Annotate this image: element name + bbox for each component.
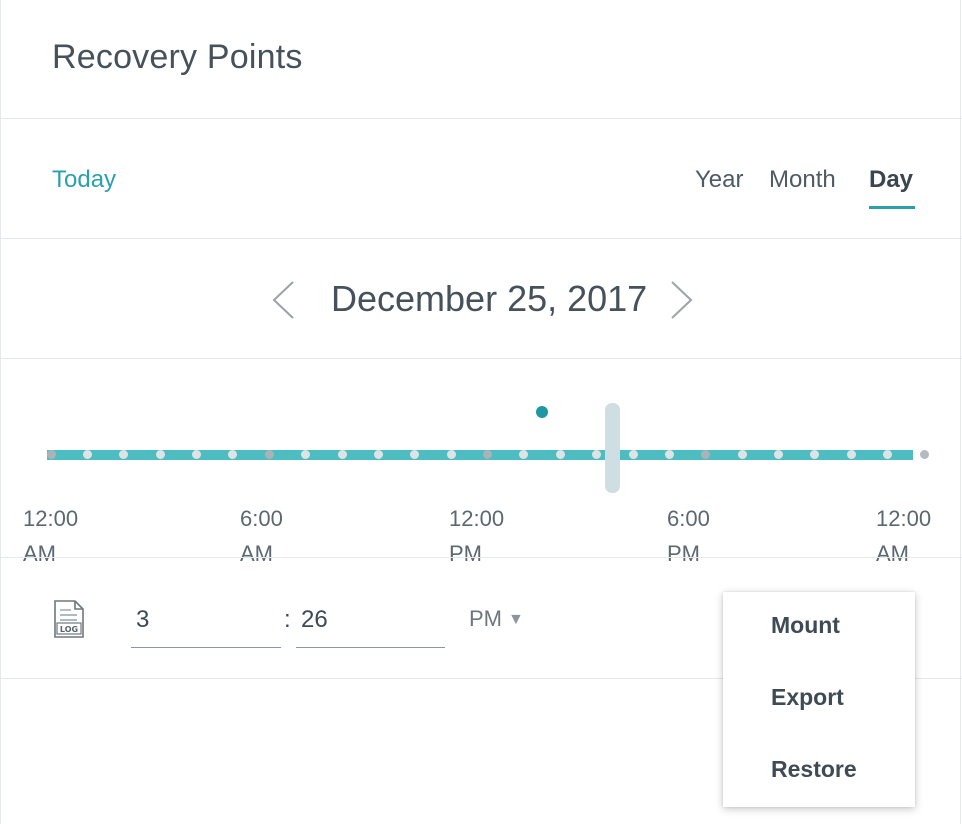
am-pm-value: PM <box>469 606 502 631</box>
axis-label-6am: 6:00 AM <box>240 501 320 571</box>
tab-day[interactable]: Day <box>869 166 913 194</box>
divider <box>1 118 962 119</box>
hour-tick <box>555 450 565 459</box>
axis-label-line: AM <box>240 541 273 566</box>
hour-value: 3 <box>136 606 150 633</box>
divider <box>1 557 962 558</box>
chevron-right-icon[interactable] <box>667 280 697 320</box>
hour-tick-end <box>919 450 929 459</box>
hour-tick <box>82 450 92 459</box>
axis-label-12am: 12:00 AM <box>23 501 103 571</box>
am-pm-select[interactable]: PM ▼ <box>469 606 524 632</box>
hour-tick <box>483 450 492 459</box>
menu-item-mount[interactable]: Mount <box>771 612 840 639</box>
recovery-point-marker[interactable] <box>536 406 549 418</box>
axis-label-line: 12:00 <box>23 506 79 531</box>
axis-label-line: AM <box>876 541 909 566</box>
log-file-icon[interactable]: LOG <box>53 600 85 638</box>
axis-label-line: PM <box>667 541 700 566</box>
caret-down-icon: ▼ <box>508 611 524 628</box>
divider <box>1 238 962 239</box>
page-title: Recovery Points <box>52 38 303 76</box>
axis-label-12pm: 12:00 PM <box>449 501 529 571</box>
hour-tick <box>155 450 165 459</box>
axis-label-6pm: 6:00 PM <box>667 501 747 571</box>
tab-year[interactable]: Year <box>695 166 744 194</box>
current-date: December 25, 2017 <box>331 278 648 319</box>
hour-tick <box>446 450 456 459</box>
hour-tick <box>664 450 674 459</box>
hour-tick <box>846 450 856 459</box>
svg-text:LOG: LOG <box>60 625 78 634</box>
minute-input[interactable]: 26 <box>296 598 445 648</box>
chevron-left-icon[interactable] <box>269 280 299 320</box>
active-tab-indicator <box>869 206 915 209</box>
axis-label-line: 6:00 <box>240 506 283 531</box>
actions-menu: Mount Export Restore <box>723 592 915 807</box>
today-link[interactable]: Today <box>52 166 116 194</box>
axis-label-line: 12:00 <box>876 506 932 531</box>
time-separator: : <box>284 606 291 633</box>
tab-month[interactable]: Month <box>769 166 836 194</box>
hour-tick <box>192 450 201 459</box>
hour-tick <box>337 450 347 459</box>
divider <box>1 358 962 359</box>
timeline-scrubber-handle[interactable] <box>604 403 620 493</box>
hour-input[interactable]: 3 <box>131 598 281 648</box>
axis-label-line: 6:00 <box>667 506 710 531</box>
menu-item-restore[interactable]: Restore <box>771 756 857 783</box>
hour-tick <box>774 450 783 459</box>
hour-tick <box>373 450 383 459</box>
recovery-points-panel: Recovery Points Today Year Month Day Dec… <box>0 0 962 824</box>
hour-tick <box>46 450 56 459</box>
axis-label-line: AM <box>23 541 56 566</box>
hour-tick <box>737 450 747 459</box>
menu-item-export[interactable]: Export <box>771 684 844 711</box>
hour-tick <box>628 450 638 459</box>
minute-value: 26 <box>301 606 328 633</box>
day-timeline[interactable] <box>1 395 962 505</box>
axis-label-12am-end: 12:00 AM <box>876 501 956 571</box>
axis-label-line: PM <box>449 541 482 566</box>
hour-tick <box>264 450 274 459</box>
axis-label-line: 12:00 <box>449 506 505 531</box>
timeline-track[interactable] <box>47 450 913 460</box>
